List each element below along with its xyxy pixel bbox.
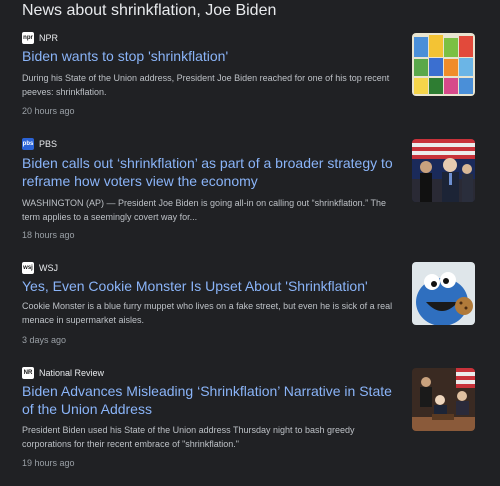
- source-name: WSJ: [39, 263, 58, 273]
- article-timestamp: 20 hours ago: [22, 106, 75, 116]
- article-snippet: Cookie Monster is a blue furry muppet wh…: [22, 301, 393, 325]
- article-timestamp: 18 hours ago: [22, 230, 75, 240]
- source-name: NPR: [39, 33, 59, 43]
- source-row: NR National Review: [22, 367, 104, 379]
- wsj-logo-icon: wsj: [22, 262, 34, 274]
- article-title-link[interactable]: Yes, Even Cookie Monster Is Upset About …: [22, 277, 400, 295]
- article-snippet: During his State of the Union address, P…: [22, 73, 390, 97]
- article-title-link[interactable]: Biden Advances Misleading ‘Shrinkflation…: [22, 382, 400, 418]
- section-heading: News about shrinkflation, Joe Biden: [22, 2, 277, 19]
- pbs-logo-icon: pbs: [22, 138, 34, 150]
- source-name: National Review: [39, 368, 105, 378]
- cookie-monster-thumbnail[interactable]: [412, 262, 475, 325]
- state-of-union-thumbnail[interactable]: [412, 368, 475, 431]
- article-timestamp: 3 days ago: [22, 335, 67, 345]
- grocery-products-thumbnail[interactable]: [412, 33, 475, 96]
- source-name: PBS: [39, 139, 58, 149]
- article-title-link[interactable]: Biden wants to stop 'shrinkflation': [22, 47, 400, 65]
- article-snippet: WASHINGTON (AP) — President Joe Biden is…: [22, 198, 386, 222]
- source-row: pbs PBS: [22, 138, 57, 150]
- source-row: wsj WSJ: [22, 262, 58, 274]
- national-review-logo-icon: NR: [22, 367, 34, 379]
- news-panel: News about shrinkflation, Joe Biden npr …: [0, 0, 500, 486]
- article-snippet: President Biden used his State of the Un…: [22, 425, 355, 449]
- article-timestamp: 19 hours ago: [22, 458, 75, 468]
- biden-speech-thumbnail[interactable]: [412, 139, 475, 202]
- source-row: npr NPR: [22, 32, 58, 44]
- npr-logo-icon: npr: [22, 32, 34, 44]
- article-title-link[interactable]: Biden calls out ‘shrinkflation’ as part …: [22, 154, 400, 190]
